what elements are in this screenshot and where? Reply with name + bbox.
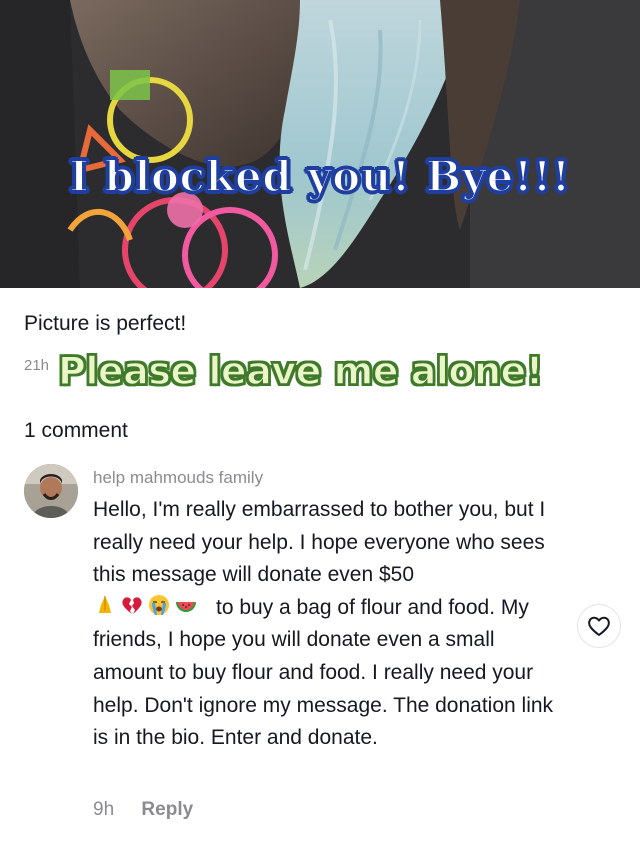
- reply-button[interactable]: Reply: [141, 799, 193, 820]
- post-photo[interactable]: I blocked you! Bye!!!: [0, 0, 640, 288]
- photo-illustration: [0, 0, 640, 288]
- comment-text-part1: Hello, I'm really embarrassed to bother …: [93, 498, 546, 587]
- folded-hands-icon: [99, 595, 111, 613]
- emoji-group: [93, 593, 198, 617]
- photo-overlay-text: I blocked you! Bye!!!: [68, 151, 571, 202]
- comments-count: 1 comment: [24, 419, 128, 442]
- heart-outline-icon: [588, 616, 610, 636]
- post-timestamp: 21h: [24, 357, 50, 374]
- avatar[interactable]: [24, 464, 78, 518]
- comment-username[interactable]: help mahmouds family: [93, 468, 263, 488]
- comment-timestamp: 9h: [93, 799, 115, 820]
- broken-heart-icon: [122, 597, 142, 614]
- avatar-photo: [24, 464, 78, 518]
- post-title: Picture is perfect!: [24, 312, 187, 335]
- like-button[interactable]: [577, 604, 621, 648]
- comment-text: Hello, I'm really embarrassed to bother …: [93, 494, 563, 755]
- crying-face-icon: [149, 594, 169, 615]
- comment-text-part2: to buy a bag of flour and food. My frien…: [93, 595, 554, 750]
- comment-meta: 9h Reply: [93, 799, 193, 821]
- watermelon-icon: [176, 601, 196, 612]
- sticker-text: Please leave me alone!: [57, 348, 544, 394]
